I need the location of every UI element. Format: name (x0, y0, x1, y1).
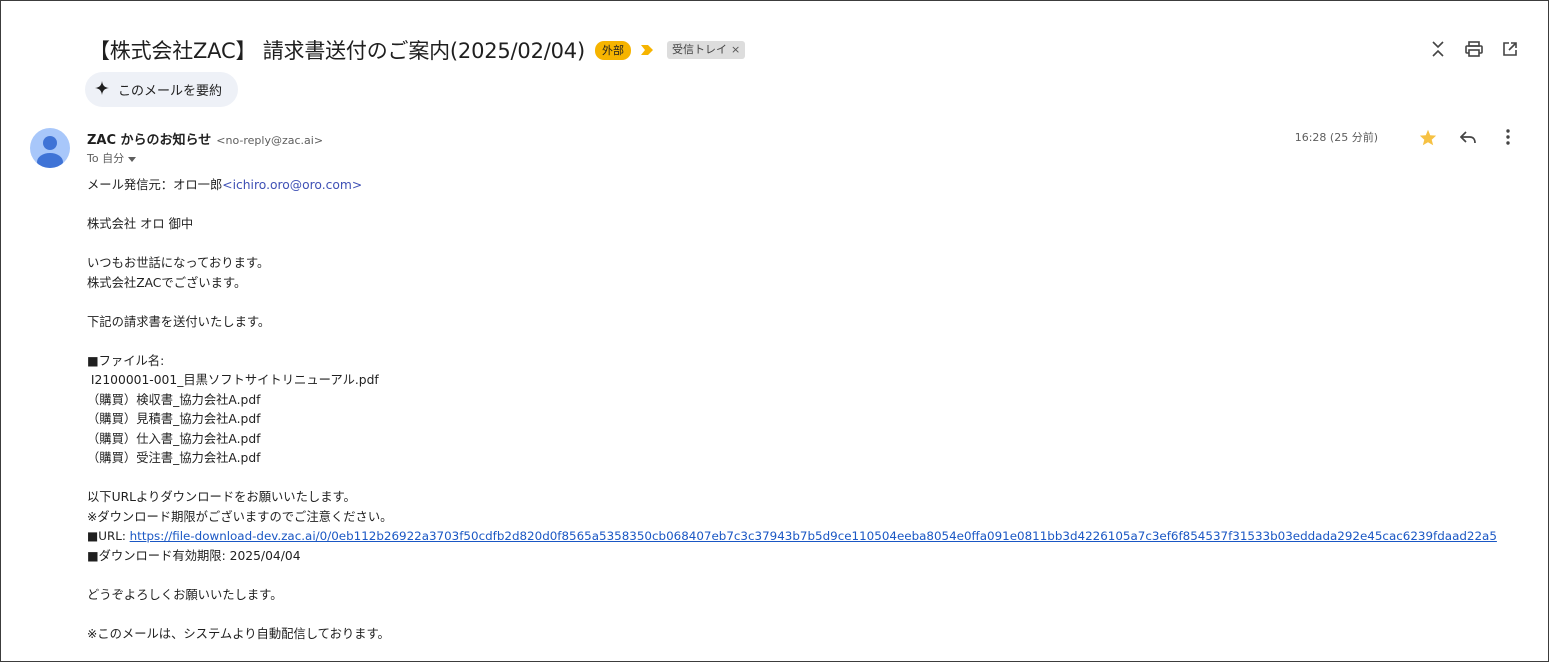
from-email-link[interactable]: <ichiro.oro@oro.com> (222, 178, 362, 192)
importance-marker-icon[interactable] (640, 43, 655, 57)
print-icon[interactable] (1464, 39, 1484, 59)
file-item: （購買）仕入書_協力会社A.pdf (87, 431, 261, 446)
inbox-label-text: 受信トレイ (671, 43, 727, 56)
download-intro: 以下URLよりダウンロードをお願いいたします。 (87, 490, 356, 504)
recipient-label: To 自分 (87, 152, 125, 165)
url-line: ■URL: https://file-download-dev.zac.ai/0… (87, 527, 1507, 547)
sender-avatar[interactable] (30, 128, 70, 168)
inbox-label-chip: 受信トレイ × (666, 41, 746, 59)
url-label: ■URL: (87, 529, 130, 543)
summarize-label: このメールを要約 (118, 84, 223, 99)
sender-email: <no-reply@zac.ai> (216, 134, 324, 147)
summarize-email-button[interactable]: このメールを要約 (85, 72, 239, 107)
greeting-2: 株式会社ZACでございます。 (87, 275, 247, 290)
email-view: 【株式会社ZAC】 請求書送付のご案内(2025/02/04) 外部 受信トレイ… (0, 0, 1549, 662)
download-url-link[interactable]: https://file-download-dev.zac.ai/0/0eb11… (130, 529, 1497, 543)
file-item: （購買）受注書_協力会社A.pdf (87, 451, 261, 465)
sparkle-icon (95, 80, 109, 99)
greeting-1: いつもお世話になっております。 (87, 256, 270, 270)
reply-icon[interactable] (1458, 127, 1478, 147)
star-icon[interactable] (1418, 127, 1438, 147)
email-subject: 【株式会社ZAC】 請求書送付のご案内(2025/02/04) (89, 39, 585, 63)
file-item: I2100001-001_目黒ソフトサイトリニューアル.pdf (87, 373, 379, 387)
more-vert-icon[interactable] (1498, 127, 1518, 147)
recipient-details-toggle[interactable]: To 自分 (87, 150, 137, 166)
file-item: （購買）検収書_協力会社A.pdf (87, 392, 261, 407)
collapse-icon[interactable] (1428, 39, 1448, 59)
closing: どうぞよろしくお願いいたします。 (87, 587, 283, 602)
download-expiry: ■ダウンロード有効期限: 2025/04/04 (87, 548, 301, 563)
files-header: ■ファイル名: (87, 353, 165, 368)
from-prefix: メール発信元：オロ一郎 (87, 178, 223, 192)
from-line: メール発信元：オロ一郎<ichiro.oro@oro.com> (87, 176, 1507, 196)
remove-label-button[interactable]: × (731, 43, 740, 57)
chevron-down-icon (128, 152, 137, 165)
sender-name[interactable]: ZAC からのお知らせ (87, 129, 211, 148)
message-timestamp: 16:28 (25 分前) (1294, 131, 1378, 144)
subject-row: 【株式会社ZAC】 請求書送付のご案内(2025/02/04) 外部 受信トレイ… (89, 35, 746, 65)
file-item: （購買）見積書_協力会社A.pdf (87, 412, 261, 426)
message-actions: 16:28 (25 分前) (1295, 127, 1518, 147)
thread-toolbar (1428, 39, 1520, 59)
download-note: ※ダウンロード期限がございますのでご注意ください。 (87, 509, 393, 524)
sender-line: ZAC からのお知らせ <no-reply@zac.ai> (87, 129, 323, 148)
email-body: メール発信元：オロ一郎<ichiro.oro@oro.com> 株式会社 オロ … (87, 176, 1507, 644)
addressee: 株式会社 オロ 御中 (87, 217, 194, 231)
intro: 下記の請求書を送付いたします。 (87, 314, 271, 329)
open-in-new-window-icon[interactable] (1500, 39, 1520, 59)
auto-footer: ※このメールは、システムより自動配信しております。 (87, 626, 390, 641)
external-badge: 外部 (594, 40, 631, 60)
